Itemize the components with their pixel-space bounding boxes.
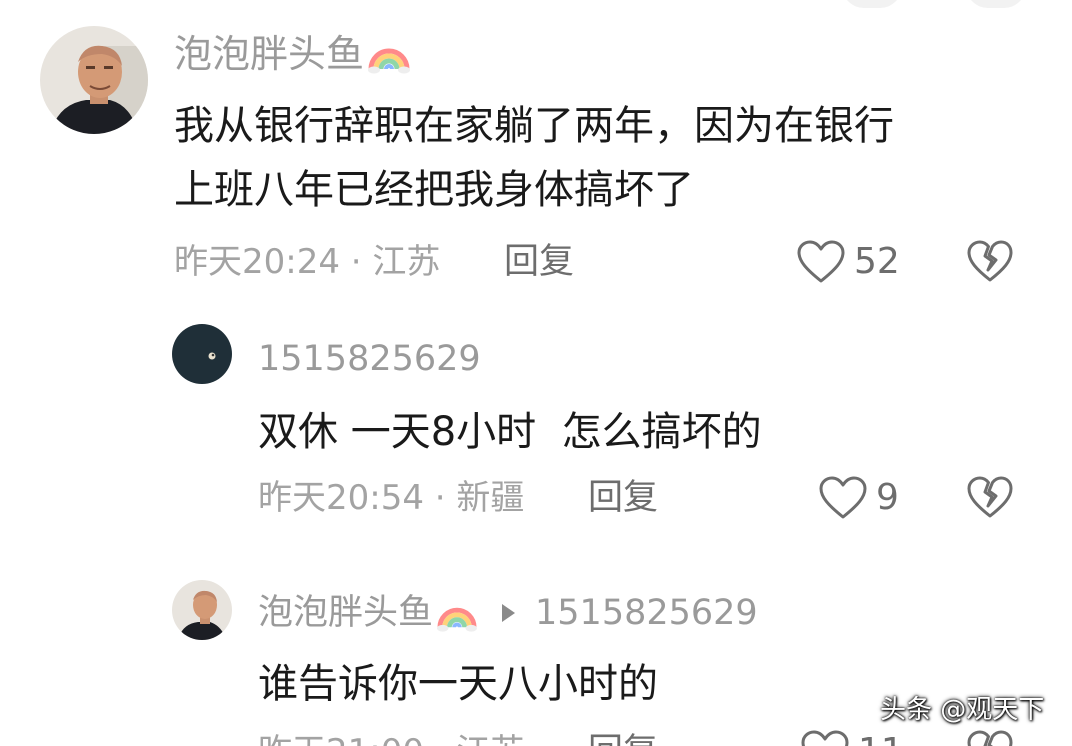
username-text: 泡泡胖头鱼 bbox=[258, 593, 434, 633]
comment-meta: 昨天20:24 · 江苏 bbox=[174, 242, 440, 282]
top-action-button[interactable] bbox=[966, 0, 1026, 8]
avatar[interactable] bbox=[40, 26, 148, 134]
watermark: 头条 @观天下 bbox=[880, 695, 1045, 725]
comment-time: 昨天20:54 bbox=[258, 478, 424, 518]
top-action-button[interactable] bbox=[842, 0, 902, 8]
meta-separator: · bbox=[424, 732, 456, 746]
dislike-button[interactable] bbox=[966, 474, 1014, 522]
comment-text-line: 谁告诉你一天八小时的 bbox=[258, 661, 658, 707]
like-button[interactable]: 52 bbox=[796, 238, 900, 286]
username-text: 1515825629 bbox=[258, 339, 481, 379]
heart-icon bbox=[801, 730, 849, 746]
user-avatar-image bbox=[40, 26, 148, 134]
username-text: 泡泡胖头鱼 bbox=[174, 32, 365, 76]
comment-meta: 昨天20:54 · 新疆 bbox=[258, 478, 524, 518]
comment-thread: 泡泡胖头鱼 我从银行辞职在家躺了两年，因为在银行 上班八年已经把我身体搞坏了 昨… bbox=[0, 0, 1072, 746]
reply-button[interactable]: 回复 bbox=[588, 732, 658, 746]
like-count: 52 bbox=[854, 241, 900, 282]
like-count: 11 bbox=[858, 732, 904, 746]
reply-arrow-icon bbox=[499, 602, 517, 624]
comment-location: 江苏 bbox=[372, 242, 441, 282]
heart-icon bbox=[797, 240, 845, 283]
broken-heart-icon bbox=[967, 476, 1013, 518]
comment-username[interactable]: 1515825629 bbox=[258, 338, 481, 380]
rainbow-icon bbox=[368, 33, 411, 75]
broken-heart-icon bbox=[967, 730, 1013, 746]
comment-time: 昨天21:00 bbox=[258, 732, 424, 746]
heart-icon bbox=[819, 476, 867, 519]
like-button[interactable]: 11 bbox=[800, 728, 904, 746]
comment-text-line: 双休 一天8小时 怎么搞坏的 bbox=[258, 409, 762, 455]
avatar[interactable] bbox=[172, 324, 232, 384]
comment-location: 新疆 bbox=[456, 478, 525, 518]
comment-text-line: 我从银行辞职在家躺了两年，因为在银行 bbox=[174, 103, 894, 149]
reply-button[interactable]: 回复 bbox=[588, 478, 658, 518]
meta-separator: · bbox=[423, 478, 457, 518]
meta-separator: · bbox=[339, 242, 373, 282]
comment-text-line: 上班八年已经把我身体搞坏了 bbox=[174, 167, 694, 213]
comment-time: 昨天20:24 bbox=[174, 242, 340, 282]
avatar[interactable] bbox=[172, 580, 232, 640]
comment-location: 江苏 bbox=[456, 732, 524, 746]
broken-heart-icon bbox=[967, 240, 1013, 282]
comment-username[interactable]: 泡泡胖头鱼 1515825629 bbox=[258, 592, 758, 634]
reply-to-username[interactable]: 1515825629 bbox=[535, 592, 758, 634]
reply-button[interactable]: 回复 bbox=[504, 242, 574, 282]
comment-meta: 昨天21:00 · 江苏 bbox=[258, 732, 524, 746]
rainbow-icon bbox=[437, 593, 478, 633]
dislike-button[interactable] bbox=[966, 728, 1014, 746]
user-avatar-image bbox=[172, 324, 232, 384]
user-avatar-image bbox=[172, 580, 232, 640]
like-button[interactable]: 9 bbox=[818, 474, 899, 522]
dislike-button[interactable] bbox=[966, 238, 1014, 286]
comment-username[interactable]: 泡泡胖头鱼 bbox=[174, 32, 411, 76]
like-count: 9 bbox=[876, 477, 899, 518]
